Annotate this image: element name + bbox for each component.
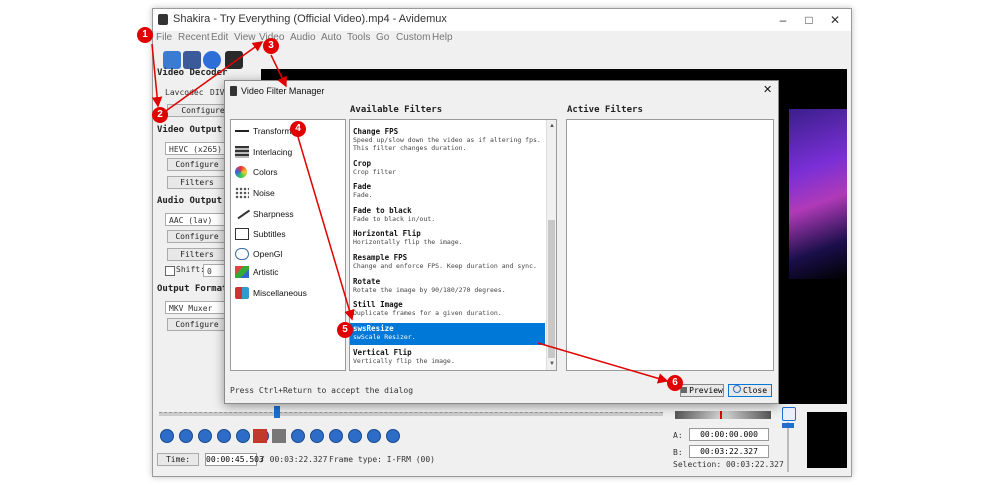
annotation-badge-5: 5 [337, 322, 353, 338]
annotation-badge-2: 2 [152, 107, 168, 123]
annotation-badge-1: 1 [137, 27, 153, 43]
arrow-2 [162, 41, 264, 114]
annotation-arrows [151, 41, 669, 384]
arrow-3 [270, 54, 287, 88]
annotation-badge-3: 3 [263, 38, 279, 54]
annotation-badge-4: 4 [290, 121, 306, 137]
arrow-5 [537, 342, 669, 384]
arrow-4 [297, 136, 355, 321]
arrow-1 [151, 43, 163, 108]
annotation-badge-6: 6 [667, 375, 683, 391]
